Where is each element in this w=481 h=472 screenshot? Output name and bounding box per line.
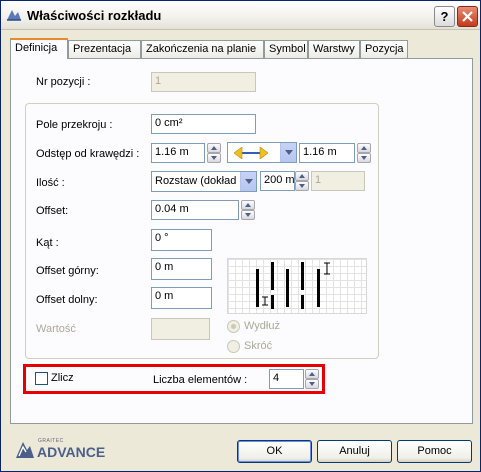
- liczba-elementow-field[interactable]: 4: [269, 369, 304, 389]
- odstep-right-field[interactable]: 1.16 m: [299, 143, 355, 163]
- kat-label: Kąt :: [36, 237, 59, 249]
- cancel-button[interactable]: Anuluj: [317, 440, 392, 463]
- tab-symbol[interactable]: Symbol: [264, 40, 308, 58]
- title-bar[interactable]: Właściwości rozkładu ?: [1, 1, 480, 30]
- wydluz-label: Wydłuż: [244, 320, 280, 332]
- spin-down[interactable]: [295, 181, 309, 191]
- odstep-left-field[interactable]: 1.16 m: [151, 143, 205, 163]
- nr-pozycji-label: Nr pozycji :: [36, 76, 91, 88]
- odstep-right-spinner[interactable]: [357, 143, 371, 163]
- ilosc-count-field: 1: [311, 171, 365, 191]
- spin-up[interactable]: [241, 200, 255, 210]
- tab-label: Definicja: [15, 42, 58, 54]
- layout-preview: [227, 258, 367, 314]
- spin-up[interactable]: [305, 369, 319, 379]
- close-button[interactable]: [457, 6, 478, 27]
- properties-dialog: Właściwości rozkładu ? Definicja Prezent…: [0, 0, 481, 472]
- offset-label: Offset:: [36, 205, 69, 217]
- logo-text: ADVANCE: [37, 444, 106, 460]
- liczba-elementow-label: Liczba elementów :: [153, 374, 248, 386]
- offset-dolny-label: Offset dolny:: [36, 294, 98, 306]
- ilosc-label: Ilość :: [36, 177, 65, 189]
- offset-gorny-field[interactable]: 0 m: [151, 258, 212, 280]
- spin-down[interactable]: [207, 153, 221, 163]
- odstep-mode-combo[interactable]: [227, 142, 297, 163]
- ok-button[interactable]: OK: [237, 440, 312, 463]
- tab-label: Symbol: [269, 43, 306, 55]
- offset-spinner[interactable]: [241, 200, 255, 220]
- spin-down[interactable]: [241, 210, 255, 220]
- nr-pozycji-field: 1: [151, 72, 256, 92]
- tab-definicja[interactable]: Definicja: [10, 38, 68, 59]
- tab-prezentacja[interactable]: Prezentacja: [68, 40, 141, 58]
- zlicz-checkbox[interactable]: [35, 372, 48, 385]
- rebar-distribution-diagram: [256, 262, 330, 309]
- offset-dolny-field[interactable]: 0 m: [151, 287, 212, 309]
- spin-down[interactable]: [357, 153, 371, 163]
- tab-label: Zakończenia na planie: [146, 43, 257, 55]
- ilosc-spacing-field[interactable]: 200 m: [260, 171, 295, 191]
- wartosc-label: Wartość: [36, 323, 76, 335]
- tab-pozycja[interactable]: Pozycja: [360, 40, 408, 58]
- app-icon: [7, 10, 21, 21]
- help-title-button[interactable]: ?: [434, 6, 455, 27]
- ilosc-mode-value: Rozstaw (dokład: [155, 175, 237, 187]
- window-title: Właściwości rozkładu: [27, 8, 162, 23]
- tab-label: Warstwy: [313, 43, 355, 55]
- graitec-advance-logo: GRAITEC ADVANCE: [13, 438, 123, 462]
- offset-gorny-label: Offset górny:: [36, 265, 99, 277]
- kat-field[interactable]: 0 °: [151, 229, 212, 251]
- tab-zakonczenia[interactable]: Zakończenia na planie: [141, 40, 264, 58]
- zlicz-label: Zlicz: [51, 372, 74, 384]
- pole-przekroju-field[interactable]: 0 cm²: [151, 114, 256, 134]
- help-button[interactable]: Pomoc: [397, 440, 472, 463]
- wartosc-field: [151, 318, 210, 340]
- wydluz-radio[interactable]: [227, 320, 240, 333]
- odstep-label: Odstęp od krawędzi :: [36, 148, 140, 160]
- odstep-left-spinner[interactable]: [207, 143, 221, 163]
- double-arrow-icon: [234, 147, 268, 159]
- pole-przekroju-label: Pole przekroju :: [36, 119, 113, 131]
- chevron-down-icon[interactable]: [280, 143, 296, 162]
- skroc-radio[interactable]: [227, 340, 240, 353]
- tab-label: Prezentacja: [73, 43, 132, 55]
- tab-warstwy[interactable]: Warstwy: [308, 40, 360, 58]
- chevron-down-icon[interactable]: [240, 172, 256, 191]
- skroc-label: Skróć: [244, 340, 273, 352]
- ilosc-spinner[interactable]: [295, 171, 309, 191]
- offset-field[interactable]: 0.04 m: [151, 200, 239, 220]
- spin-down[interactable]: [305, 379, 319, 389]
- spin-up[interactable]: [295, 171, 309, 181]
- spin-up[interactable]: [357, 143, 371, 153]
- close-icon: [462, 11, 473, 22]
- spin-up[interactable]: [207, 143, 221, 153]
- liczba-elementow-spinner[interactable]: [305, 369, 319, 389]
- tab-label: Pozycja: [365, 43, 404, 55]
- ilosc-mode-combo[interactable]: Rozstaw (dokład: [151, 171, 257, 192]
